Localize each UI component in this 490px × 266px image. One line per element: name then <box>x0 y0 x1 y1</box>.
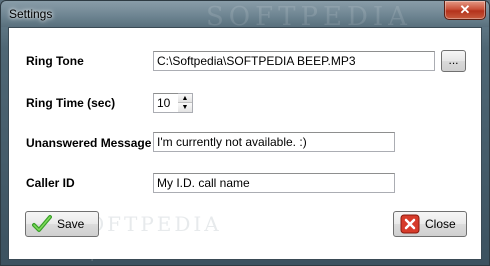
save-button-label: Save <box>57 217 85 231</box>
window-title: Settings <box>9 7 53 21</box>
caller-id-label: Caller ID <box>26 176 75 190</box>
browse-button[interactable]: ... <box>441 50 466 72</box>
ring-time-input[interactable]: 10 <box>153 93 179 113</box>
ring-time-label: Ring Time (sec) <box>26 96 116 110</box>
caller-id-input[interactable]: My I.D. call name <box>153 173 395 193</box>
watermark-url: www.softpedia.com <box>51 251 138 262</box>
ring-tone-input[interactable]: C:\Softpedia\SOFTPEDIA BEEP.MP3 <box>153 51 435 71</box>
spin-up-icon[interactable]: ▲ <box>178 94 192 103</box>
red-x-icon <box>400 214 420 234</box>
close-button-label: Close <box>425 217 456 231</box>
settings-form: Ring Tone C:\Softpedia\SOFTPEDIA BEEP.MP… <box>8 27 482 260</box>
title-bar[interactable]: SOFTPEDIA Settings ✕ <box>1 1 489 32</box>
checkmark-icon <box>32 214 52 234</box>
spin-down-icon[interactable]: ▼ <box>178 103 192 112</box>
save-button[interactable]: Save <box>25 211 99 237</box>
ring-tone-label: Ring Tone <box>26 54 84 68</box>
ring-time-spinner[interactable]: ▲ ▼ <box>178 93 193 113</box>
window-close-button[interactable]: ✕ <box>444 1 486 20</box>
unanswered-message-input[interactable]: I'm currently not available. :) <box>153 132 395 152</box>
unanswered-message-label: Unanswered Message <box>26 136 152 150</box>
settings-window: SOFTPEDIA Settings ✕ Ring Tone C:\Softpe… <box>0 0 490 266</box>
close-button[interactable]: Close <box>393 211 467 237</box>
